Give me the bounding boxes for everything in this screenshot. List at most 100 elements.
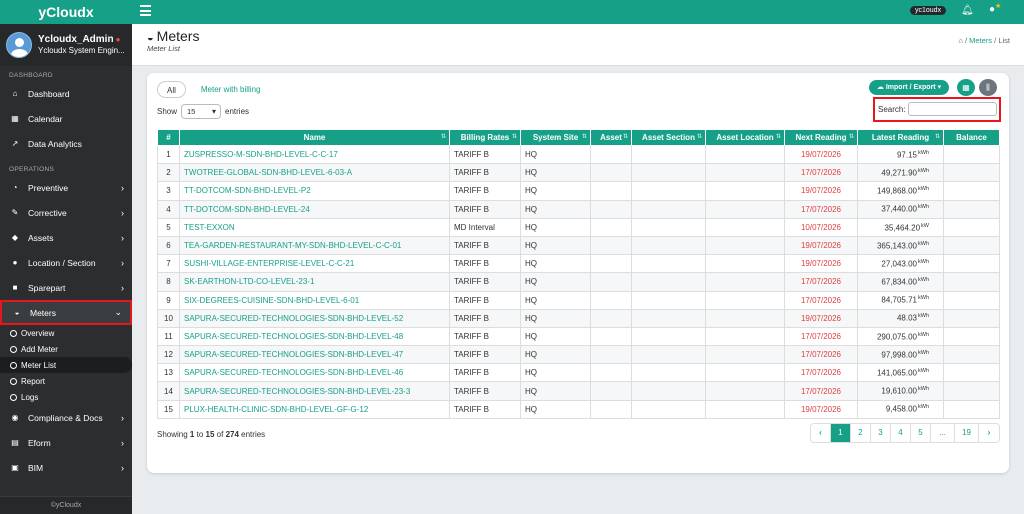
page-button[interactable]: 1 bbox=[831, 424, 851, 442]
breadcrumb-meters[interactable]: Meters bbox=[969, 36, 992, 45]
meter-name-link[interactable]: SK-EARTHON-LTD-CO-LEVEL-23-1 bbox=[179, 272, 450, 292]
page-button[interactable]: ... bbox=[931, 424, 955, 442]
asset-section-cell bbox=[631, 308, 706, 328]
sort-icon[interactable]: ⇅ bbox=[441, 133, 446, 140]
sort-icon[interactable]: ⇅ bbox=[697, 133, 702, 140]
sort-icon[interactable]: ⇅ bbox=[623, 133, 628, 140]
sort-icon[interactable]: ⇅ bbox=[776, 133, 781, 140]
meter-name-link[interactable]: SAPURA-SECURED-TECHNOLOGIES-SDN-BHD-LEVE… bbox=[179, 326, 450, 347]
page-button[interactable]: 5 bbox=[911, 424, 931, 442]
column-header[interactable]: Latest Reading ⇅ bbox=[857, 129, 944, 146]
table-row[interactable]: 8 SK-EARTHON-LTD-CO-LEVEL-23-1 TARIFF B HQ 1… bbox=[157, 272, 1000, 292]
speedometer-icon: ◒ bbox=[147, 32, 154, 44]
sidebar-item-compliance[interactable]: ◉ Compliance & Docs › bbox=[0, 405, 132, 430]
sidebar-item-location[interactable]: ● Location / Section › bbox=[0, 250, 132, 275]
asset-section-cell bbox=[631, 235, 706, 256]
column-header[interactable]: System Site ⇅ bbox=[520, 129, 591, 146]
meter-name-link[interactable]: SAPURA-SECURED-TECHNOLOGIES-SDN-BHD-LEVE… bbox=[179, 381, 450, 401]
search-input[interactable] bbox=[908, 102, 997, 116]
brand-logo[interactable]: yCloudx bbox=[0, 0, 132, 24]
bell-icon[interactable]: 🔔︎ bbox=[961, 5, 974, 16]
table-row[interactable]: 9 SIX-DEGREES-CUISINE-SDN-BHD-LEVEL-6-01 T… bbox=[157, 290, 1000, 310]
table-row[interactable]: 4 TT-DOTCOM-SDN-BHD-LEVEL-24 TARIFF B HQ 17/… bbox=[157, 199, 1000, 219]
profile-icon[interactable]: ● ★ bbox=[989, 3, 1001, 15]
page-button[interactable]: 2 bbox=[851, 424, 871, 442]
sort-icon[interactable]: ⇅ bbox=[512, 133, 517, 140]
sidebar-sub-logs[interactable]: Logs bbox=[0, 389, 132, 405]
meter-name-link[interactable]: SAPURA-SECURED-TECHNOLOGIES-SDN-BHD-LEVE… bbox=[179, 363, 450, 383]
meter-name-link[interactable]: TT-DOTCOM-SDN-BHD-LEVEL-24 bbox=[179, 199, 450, 219]
meter-name-link[interactable]: PLUX-HEALTH-CLINIC-SDN-BHD-LEVEL-GF-G-12 bbox=[179, 399, 450, 419]
meter-name-link[interactable]: TEST-EXXON bbox=[179, 217, 450, 237]
meter-name-link[interactable]: TT-DOTCOM-SDN-BHD-LEVEL-P2 bbox=[179, 181, 450, 201]
column-header[interactable]: Name ⇅ bbox=[179, 129, 450, 146]
asset-section-cell bbox=[631, 144, 706, 165]
meter-name-link[interactable]: TWOTREE-GLOBAL-SDN-BHD-LEVEL-6-03-A bbox=[179, 163, 450, 183]
menu-toggle-icon[interactable] bbox=[140, 5, 151, 17]
sort-icon[interactable]: ⇅ bbox=[935, 133, 940, 140]
sort-icon[interactable]: ⇅ bbox=[849, 133, 854, 140]
table-row[interactable]: 2 TWOTREE-GLOBAL-SDN-BHD-LEVEL-6-03-A TARI… bbox=[157, 163, 1000, 183]
sidebar-item-meters[interactable]: ◒ Meters ⌄ bbox=[0, 300, 132, 325]
column-header[interactable]: Asset ⇅ bbox=[590, 129, 632, 146]
sort-icon[interactable]: ⇅ bbox=[582, 133, 587, 140]
sidebar-item-calendar[interactable]: ▦ Calendar bbox=[0, 106, 132, 131]
sidebar-sub-add-meter[interactable]: Add Meter bbox=[0, 341, 132, 357]
table-row[interactable]: 13 SAPURA-SECURED-TECHNOLOGIES-SDN-BHD-LE… bbox=[157, 363, 1000, 383]
table-row[interactable]: 10 SAPURA-SECURED-TECHNOLOGIES-SDN-BHD-LE… bbox=[157, 308, 1000, 328]
sidebar-sub-meter-list[interactable]: Meter List bbox=[0, 357, 132, 373]
prev-page-button[interactable]: ‹ bbox=[811, 424, 831, 442]
latest-reading-text: 141,065.00 bbox=[876, 368, 917, 378]
table-row[interactable]: 3 TT-DOTCOM-SDN-BHD-LEVEL-P2 TARIFF B HQ 19/… bbox=[157, 181, 1000, 201]
page-button[interactable]: 4 bbox=[891, 424, 911, 442]
meter-name-link[interactable]: ZUSPRESSO-M-SDN-BHD-LEVEL-C-C-17 bbox=[179, 144, 450, 165]
asset-location-cell bbox=[705, 399, 785, 419]
meter-name-link[interactable]: TEA-GARDEN-RESTAURANT-MY-SDN-BHD-LEVEL-C… bbox=[179, 235, 450, 256]
info-prefix: Showing bbox=[157, 430, 188, 439]
sidebar-item-eform[interactable]: ▤ Eform › bbox=[0, 430, 132, 455]
table-row[interactable]: 11 SAPURA-SECURED-TECHNOLOGIES-SDN-BHD-LE… bbox=[157, 326, 1000, 347]
meter-name-link[interactable]: SIX-DEGREES-CUISINE-SDN-BHD-LEVEL-6-01 bbox=[179, 290, 450, 310]
next-reading: 19/07/2026 bbox=[784, 144, 858, 165]
column-header[interactable]: Next Reading ⇅ bbox=[784, 129, 858, 146]
meter-name-link[interactable]: SAPURA-SECURED-TECHNOLOGIES-SDN-BHD-LEVE… bbox=[179, 345, 450, 365]
user-badge[interactable]: yc1oudx bbox=[910, 6, 947, 15]
column-header[interactable]: # bbox=[157, 129, 180, 146]
table-view-icon[interactable]: ▦ bbox=[957, 79, 975, 96]
next-page-button[interactable]: › bbox=[979, 424, 999, 442]
meter-name-link[interactable]: SUSHI-VILLAGE-ENTERPRISE-LEVEL-C-C-21 bbox=[179, 254, 450, 274]
page-size-select[interactable]: 15 bbox=[181, 104, 222, 119]
table-row[interactable]: 15 PLUX-HEALTH-CLINIC-SDN-BHD-LEVEL-GF-G-… bbox=[157, 399, 1000, 419]
asset-cell bbox=[590, 144, 632, 165]
table-row[interactable]: 12 SAPURA-SECURED-TECHNOLOGIES-SDN-BHD-LE… bbox=[157, 345, 1000, 365]
row-number: 8 bbox=[157, 272, 180, 292]
table-row[interactable]: 5 TEST-EXXON MD Interval HQ 10/07/2026 35,464… bbox=[157, 217, 1000, 237]
sidebar-sub-report[interactable]: Report bbox=[0, 373, 132, 389]
system-site-text: HQ bbox=[525, 404, 537, 414]
tab-all[interactable]: All bbox=[157, 81, 186, 98]
table-row[interactable]: 1 ZUSPRESSO-M-SDN-BHD-LEVEL-C-C-17 TARIFF … bbox=[157, 144, 1000, 165]
table-row[interactable]: 7 SUSHI-VILLAGE-ENTERPRISE-LEVEL-C-C-21 TA… bbox=[157, 254, 1000, 274]
import-export-button[interactable]: ☁ Import / Export ▾ bbox=[869, 80, 949, 95]
home-icon[interactable]: ⌂ bbox=[958, 36, 963, 45]
column-header[interactable]: Billing Rates ⇅ bbox=[449, 129, 521, 146]
column-header[interactable]: Asset Section ⇅ bbox=[631, 129, 706, 146]
tab-meter-with-billing[interactable]: Meter with billing bbox=[192, 81, 270, 98]
column-header[interactable]: Asset Location ⇅ bbox=[705, 129, 785, 146]
sidebar-item-preventive[interactable]: ◔ Preventive › bbox=[0, 175, 132, 200]
sidebar-item-corrective[interactable]: ✎ Corrective › bbox=[0, 200, 132, 225]
sidebar-item-bim[interactable]: ▣ BIM › bbox=[0, 455, 132, 480]
column-header[interactable]: Balance bbox=[943, 129, 1000, 146]
page-button[interactable]: 19 bbox=[955, 424, 979, 442]
table-row[interactable]: 14 SAPURA-SECURED-TECHNOLOGIES-SDN-BHD-LE… bbox=[157, 381, 1000, 401]
sidebar-item-assets[interactable]: ◆ Assets › bbox=[0, 225, 132, 250]
sidebar-item-dashboard[interactable]: ⌂ Dashboard bbox=[0, 81, 132, 106]
page-button[interactable]: 3 bbox=[871, 424, 891, 442]
meter-name-link[interactable]: SAPURA-SECURED-TECHNOLOGIES-SDN-BHD-LEVE… bbox=[179, 308, 450, 328]
table-row[interactable]: 6 TEA-GARDEN-RESTAURANT-MY-SDN-BHD-LEVEL-… bbox=[157, 235, 1000, 256]
balance-cell bbox=[943, 363, 1000, 383]
sidebar-item-sparepart[interactable]: ■ Sparepart › bbox=[0, 275, 132, 300]
column-settings-icon[interactable]: ⫼ bbox=[979, 79, 997, 96]
sidebar-item-data-analytics[interactable]: ↗ Data Analytics bbox=[0, 131, 132, 156]
sidebar-sub-overview[interactable]: Overview bbox=[0, 325, 132, 341]
